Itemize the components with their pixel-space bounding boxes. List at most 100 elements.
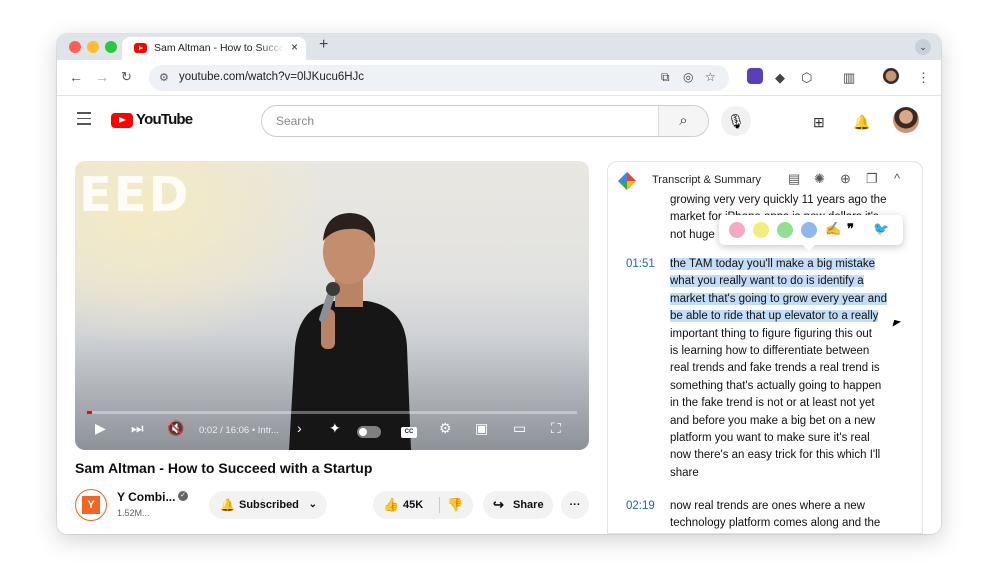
more-actions-button[interactable]: ··· <box>561 491 589 519</box>
tab-search-button[interactable]: ⌄ <box>915 39 931 55</box>
transcript-doc-icon[interactable]: ▤ <box>788 171 800 187</box>
time-text: 0:02 / 16:06 <box>199 425 250 436</box>
miniplayer-icon[interactable]: ▣ <box>475 420 488 437</box>
timestamp-link[interactable]: 01:51 <box>626 258 655 270</box>
browser-window: Sam Altman - How to Succeed with a Start… <box>57 34 941 534</box>
fullscreen-icon[interactable]: ⛶ <box>551 420 561 437</box>
crosshair-icon[interactable]: ⊕ <box>840 171 851 187</box>
segment-text[interactable]: the TAM today you'll make a big mistake … <box>670 256 914 482</box>
collapse-chevron-icon[interactable]: ^ <box>894 171 900 186</box>
profile-avatar[interactable] <box>883 68 899 84</box>
highlighted-line: be able to ride that up elevator to a re… <box>670 310 879 323</box>
sparkle-extension-icon[interactable]: ◆ <box>775 70 785 86</box>
search-box[interactable]: Search ⌕ <box>261 105 709 137</box>
minimize-window-button[interactable] <box>87 41 99 53</box>
transcript-line: growing very very quickly 11 years ago t… <box>670 194 887 206</box>
new-tab-button[interactable]: + <box>319 36 328 54</box>
youtube-header: YouTube Search ⌕ 🎙 ⊞ 🔔 <box>57 96 941 146</box>
muted-volume-icon[interactable]: 🔇 <box>167 420 184 437</box>
highlight-yellow-button[interactable] <box>753 222 769 238</box>
theater-mode-icon[interactable]: ▭ <box>513 420 526 437</box>
highlight-blue-button[interactable] <box>801 222 817 238</box>
cast-icon[interactable]: ⧉ <box>661 70 670 85</box>
transcript-line: now real trends are ones where a new <box>670 500 865 512</box>
highlight-pink-button[interactable] <box>729 222 745 238</box>
bookmark-star-icon[interactable]: ☆ <box>705 70 716 84</box>
stage-backdrop-text: EED <box>79 167 191 223</box>
transcript-line: is learning how to differentiate between <box>670 345 870 358</box>
segment-text[interactable]: now real trends are ones where a new tec… <box>670 498 914 533</box>
microphone-icon[interactable]: 🎙 <box>721 106 751 136</box>
settings-gear-icon[interactable]: ⚙ <box>439 420 452 437</box>
site-settings-icon[interactable]: ⚙ <box>159 71 169 84</box>
chapter-arrow-icon[interactable]: › <box>297 420 302 436</box>
like-count[interactable]: 45K <box>403 491 423 519</box>
transcript-line: real trends and fake trends a real trend… <box>670 362 880 375</box>
video-time: 0:02 / 16:06 • Intr... <box>199 425 279 436</box>
video-title: Sam Altman - How to Succeed with a Start… <box>75 460 373 476</box>
channel-avatar[interactable]: Y <box>75 489 107 521</box>
reload-icon[interactable]: ↻ <box>121 69 132 85</box>
subscribed-label: Subscribed <box>239 499 299 511</box>
copy-icon[interactable]: ❐ <box>866 171 878 187</box>
user-avatar[interactable] <box>893 107 919 133</box>
puzzle-extensions-icon[interactable]: ⬡ <box>801 70 812 86</box>
play-icon[interactable]: ▶ <box>95 420 106 437</box>
like-icon[interactable]: 👍 <box>383 491 399 519</box>
like-dislike-group: 👍 45K 👎 <box>373 491 473 519</box>
transcript-line: and before you make a big bet on a new <box>670 414 876 427</box>
channel-name[interactable]: Y Combi... <box>117 490 175 504</box>
close-tab-icon[interactable]: × <box>291 40 298 54</box>
share-button[interactable]: ↪ Share <box>483 491 553 519</box>
timestamp-link[interactable]: 02:19 <box>626 500 655 512</box>
back-icon[interactable]: ← <box>69 69 83 85</box>
transcript-line: technology platform comes along and the <box>670 517 881 530</box>
highlight-toolbar: ✍ ❞ 🐦 <box>719 215 903 251</box>
youtube-logo-text[interactable]: YouTube <box>136 111 193 128</box>
search-input[interactable]: Search <box>276 114 314 128</box>
tab-title: Sam Altman - How to Succeed with a Start… <box>154 42 284 54</box>
youtube-logo-icon[interactable] <box>111 113 133 128</box>
create-video-icon[interactable]: ⊞ <box>813 114 825 131</box>
video-player[interactable]: EED ▶ ⏭ 🔇 0:02 / 16:06 • Intr... › ✦ CC … <box>75 161 589 450</box>
progress-fill <box>87 411 92 414</box>
autoplay-toggle[interactable] <box>357 426 381 438</box>
tab-strip: Sam Altman - How to Succeed with a Start… <box>57 34 941 60</box>
eye-off-icon[interactable]: ◎ <box>683 70 693 84</box>
dislike-icon[interactable]: 👎 <box>447 491 463 519</box>
openai-icon[interactable]: ✺ <box>814 171 825 187</box>
pen-icon[interactable]: ✍ <box>825 221 841 237</box>
browser-toolbar: ← → ↻ ⚙ youtube.com/watch?v=0lJKucu6HJc … <box>57 60 941 96</box>
next-icon[interactable]: ⏭ <box>131 420 144 437</box>
url-text[interactable]: youtube.com/watch?v=0lJKucu6HJc <box>179 71 364 83</box>
hamburger-menu-icon[interactable] <box>77 112 91 129</box>
forward-icon[interactable]: → <box>95 69 109 85</box>
transcript-line: now there's an easy trick for this which… <box>670 449 881 462</box>
transcript-line: something that's actually going to happe… <box>670 379 882 392</box>
channel-logo-letter: Y <box>82 496 100 514</box>
address-bar[interactable]: ⚙ youtube.com/watch?v=0lJKucu6HJc ⧉ ◎ ☆ <box>149 65 729 91</box>
close-window-button[interactable] <box>69 41 81 53</box>
maximize-window-button[interactable] <box>105 41 117 53</box>
subscriber-count: 1.52M... <box>117 508 150 518</box>
notifications-bell-icon[interactable]: 🔔 <box>853 114 870 131</box>
search-icon[interactable]: ⌕ <box>658 106 708 136</box>
highlighted-line: market that's going to grow every year a… <box>670 292 887 305</box>
reading-list-icon[interactable]: ▥ <box>843 70 855 86</box>
bell-icon: 🔔 <box>220 498 235 512</box>
highlight-green-button[interactable] <box>777 222 793 238</box>
ai-sparkle-icon[interactable]: ✦ <box>329 420 341 437</box>
video-progress-bar[interactable] <box>87 411 577 414</box>
transcript-line: platform you want to make sure it's real <box>670 432 870 445</box>
extension-badge-icon[interactable] <box>747 68 763 84</box>
menu-kebab-icon[interactable]: ⋮ <box>917 70 930 86</box>
share-arrow-icon: ↪ <box>493 497 504 512</box>
quote-icon[interactable]: ❞ <box>847 221 854 237</box>
chapter-text[interactable]: • Intr... <box>252 425 279 436</box>
captions-icon[interactable]: CC <box>401 427 417 438</box>
subscribed-button[interactable]: 🔔 Subscribed ⌄ <box>209 491 327 519</box>
twitter-bird-icon[interactable]: 🐦 <box>873 221 889 237</box>
verified-check-icon: ✓ <box>178 491 188 501</box>
browser-tab[interactable]: Sam Altman - How to Succeed with a Start… <box>122 37 306 60</box>
extension-logo-icon <box>618 172 636 190</box>
